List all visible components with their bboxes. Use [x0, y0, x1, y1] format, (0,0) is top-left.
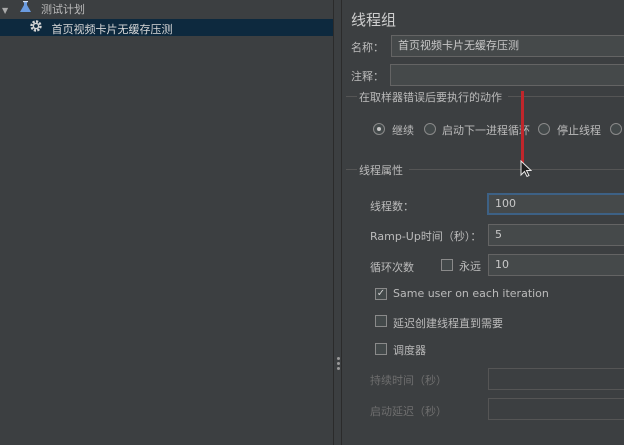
radio-next-loop-label: 启动下一进程循环: [442, 124, 530, 137]
radio-stop-thread-label: 停止线程: [557, 124, 601, 137]
scheduler-checkbox[interactable]: [375, 343, 387, 355]
startup-delay-input: [488, 398, 624, 420]
same-user-label: Same user on each iteration: [393, 287, 549, 300]
page-title: 线程组: [351, 11, 397, 29]
radio-next-loop[interactable]: [424, 123, 436, 135]
duration-input: [488, 368, 624, 390]
tree-item-label: 测试计划: [41, 3, 85, 16]
expand-arrow-icon[interactable]: ▼: [2, 2, 10, 19]
split-pane-divider[interactable]: [333, 0, 342, 445]
gear-icon: [28, 19, 44, 38]
grip-dot: [337, 367, 340, 370]
radio-stop-thread[interactable]: [538, 123, 550, 135]
mouse-cursor-icon: [520, 159, 533, 181]
comment-input[interactable]: [390, 64, 624, 86]
radio-continue-label: 继续: [392, 124, 414, 137]
threads-input[interactable]: 100: [487, 193, 624, 215]
tree-item-label: 首页视频卡片无缓存压测: [51, 23, 173, 36]
rampup-label: Ramp-Up时间（秒）：: [370, 230, 482, 243]
loop-input[interactable]: 10: [488, 254, 624, 276]
tree-item-thread-group[interactable]: 首页视频卡片无缓存压测: [0, 19, 333, 36]
duration-label: 持续时间（秒）: [370, 374, 447, 387]
name-input[interactable]: 首页视频卡片无缓存压测: [391, 35, 624, 57]
rampup-input[interactable]: 5: [488, 224, 624, 246]
threads-label: 线程数：: [370, 200, 414, 213]
forever-label: 永远: [459, 260, 481, 273]
name-label: 名称：: [351, 41, 384, 54]
annotation-line: [521, 91, 524, 165]
startup-delay-label: 启动延迟（秒）: [370, 405, 447, 418]
error-action-title: 在取样器错误后要执行的动作: [357, 89, 508, 105]
scheduler-label: 调度器: [393, 344, 426, 357]
comment-label: 注释：: [351, 70, 384, 83]
radio-continue[interactable]: [373, 123, 385, 135]
delay-create-label: 延迟创建线程直到需要: [393, 317, 503, 330]
radio-stop-test[interactable]: [610, 123, 622, 135]
loop-label: 循环次数: [370, 261, 414, 274]
forever-checkbox[interactable]: [441, 259, 453, 271]
thread-props-title: 线程属性: [357, 162, 409, 178]
grip-dot: [337, 357, 340, 360]
test-plan-tree: ▼ 测试计划 首页视频卡片无缓存压测: [0, 0, 333, 445]
flask-icon: [18, 1, 34, 18]
delay-create-checkbox[interactable]: [375, 315, 387, 327]
tree-item-test-plan[interactable]: ▼ 测试计划: [0, 1, 333, 18]
grip-dot: [337, 362, 340, 365]
same-user-checkbox[interactable]: ✓: [375, 288, 387, 300]
